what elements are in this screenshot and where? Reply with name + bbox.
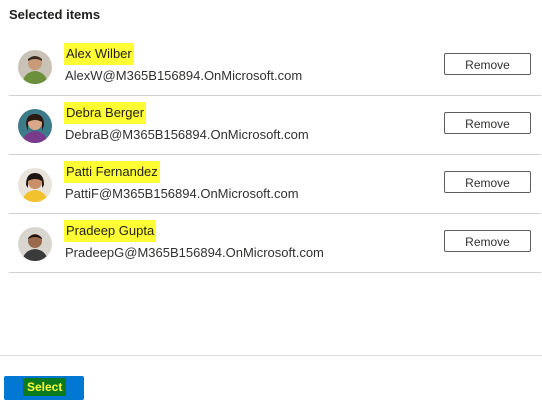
user-name: Patti Fernandez (64, 161, 160, 183)
user-name: Debra Berger (64, 102, 147, 124)
avatar (18, 168, 52, 202)
user-photo-icon (18, 227, 52, 261)
list-item: Alex Wilber AlexW@M365B156894.OnMicrosof… (9, 37, 541, 96)
list-item: Patti Fernandez PattiF@M365B156894.OnMic… (9, 155, 541, 214)
user-name: Pradeep Gupta (64, 220, 157, 242)
user-email: PattiF@M365B156894.OnMicrosoft.com (65, 186, 299, 201)
selected-items-panel: Selected items Alex Wilber AlexW@M365B15… (0, 0, 542, 409)
remove-button[interactable]: Remove (444, 171, 531, 193)
select-button-label: Select (23, 378, 67, 396)
user-name: Alex Wilber (64, 43, 134, 65)
user-photo-icon (18, 109, 52, 143)
section-title: Selected items (9, 7, 101, 22)
selected-items-list: Alex Wilber AlexW@M365B156894.OnMicrosof… (9, 37, 541, 273)
user-email: DebraB@M365B156894.OnMicrosoft.com (65, 127, 309, 142)
avatar (18, 227, 52, 261)
avatar (18, 109, 52, 143)
remove-button[interactable]: Remove (444, 230, 531, 252)
footer-divider (0, 355, 542, 356)
remove-button[interactable]: Remove (444, 112, 531, 134)
user-photo-icon (18, 168, 52, 202)
user-email: PradeepG@M365B156894.OnMicrosoft.com (65, 245, 324, 260)
select-button[interactable]: Select (4, 376, 84, 400)
avatar (18, 50, 52, 84)
user-photo-icon (18, 50, 52, 84)
user-email: AlexW@M365B156894.OnMicrosoft.com (65, 68, 303, 83)
remove-button[interactable]: Remove (444, 53, 531, 75)
list-item: Pradeep Gupta PradeepG@M365B156894.OnMic… (9, 214, 541, 273)
list-item: Debra Berger DebraB@M365B156894.OnMicros… (9, 96, 541, 155)
